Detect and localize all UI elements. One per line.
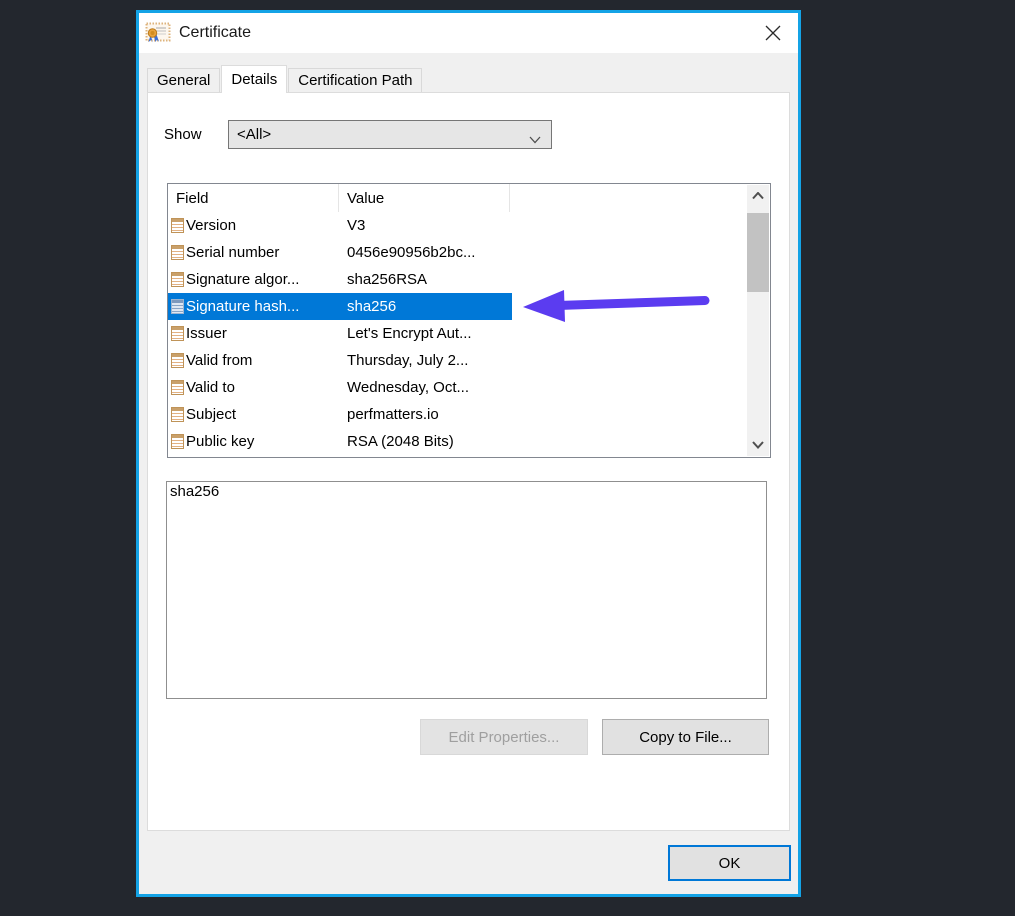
certificate-dialog: Certificate General Details Certificatio… [136, 10, 801, 897]
show-label: Show [164, 126, 228, 143]
field-value: RSA (2048 Bits) [347, 433, 454, 450]
list-item[interactable]: Public keyRSA (2048 Bits) [168, 428, 512, 455]
list-header: Field Value [168, 184, 770, 212]
list-item[interactable]: VersionV3 [168, 212, 512, 239]
field-name: Valid from [186, 352, 346, 369]
certificate-field-icon [171, 434, 184, 449]
close-icon[interactable] [760, 20, 786, 46]
tab-details[interactable]: Details [221, 65, 287, 93]
list-item[interactable]: Signature algor...sha256RSA [168, 266, 512, 293]
field-value-preview[interactable]: sha256 [166, 481, 767, 699]
show-dropdown-value: <All> [237, 126, 271, 143]
tab-certification-path[interactable]: Certification Path [288, 68, 422, 92]
tab-strip: General Details Certification Path [147, 65, 423, 92]
tab-certification-path-label: Certification Path [298, 72, 412, 89]
show-dropdown[interactable]: <All> [228, 120, 552, 149]
field-list-body: VersionV3Serial number0456e90956b2bc...S… [168, 212, 746, 455]
field-name: Issuer [186, 325, 346, 342]
certificate-field-list: Field Value VersionV3Serial number0456e9… [167, 183, 771, 458]
certificate-field-icon [171, 245, 184, 260]
certificate-field-icon [171, 272, 184, 287]
field-name: Valid to [186, 379, 346, 396]
field-name: Version [186, 217, 346, 234]
copy-to-file-button[interactable]: Copy to File... [602, 719, 769, 755]
list-item[interactable]: Signature hash...sha256 [168, 293, 512, 320]
field-name: Signature algor... [186, 271, 346, 288]
list-item[interactable]: Valid fromThursday, July 2... [168, 347, 512, 374]
scrollbar-thumb[interactable] [747, 213, 769, 292]
field-value: Wednesday, Oct... [347, 379, 469, 396]
field-value: sha256RSA [347, 271, 427, 288]
field-value: sha256 [347, 298, 396, 315]
certificate-field-icon [171, 407, 184, 422]
scroll-up-icon[interactable] [747, 185, 769, 207]
field-name: Public key [186, 433, 346, 450]
scroll-down-icon[interactable] [747, 434, 769, 456]
list-item[interactable]: IssuerLet's Encrypt Aut... [168, 320, 512, 347]
certificate-field-icon [171, 326, 184, 341]
certificate-field-icon [171, 380, 184, 395]
details-tab-page: Show <All> Field Value VersionV3Serial n… [147, 92, 790, 831]
list-item[interactable]: Serial number0456e90956b2bc... [168, 239, 512, 266]
field-value: perfmatters.io [347, 406, 439, 423]
certificate-field-icon [171, 218, 184, 233]
column-header-value[interactable]: Value [339, 184, 510, 212]
tab-details-label: Details [231, 71, 277, 88]
list-scrollbar[interactable] [747, 185, 769, 456]
certificate-field-icon [171, 299, 184, 314]
list-item[interactable]: Subjectperfmatters.io [168, 401, 512, 428]
field-name: Subject [186, 406, 346, 423]
tab-general[interactable]: General [147, 68, 220, 92]
list-item[interactable]: Valid toWednesday, Oct... [168, 374, 512, 401]
chevron-down-icon [529, 131, 541, 148]
edit-properties-button[interactable]: Edit Properties... [420, 719, 588, 755]
field-name: Signature hash... [186, 298, 346, 315]
window-title: Certificate [179, 24, 251, 42]
field-name: Serial number [186, 244, 346, 261]
field-value: V3 [347, 217, 365, 234]
ok-button[interactable]: OK [668, 845, 791, 881]
field-value: Let's Encrypt Aut... [347, 325, 472, 342]
certificate-icon [145, 22, 171, 44]
field-value: Thursday, July 2... [347, 352, 468, 369]
tab-general-label: General [157, 72, 210, 89]
scrollbar-track[interactable] [747, 207, 769, 434]
column-header-field[interactable]: Field [168, 184, 339, 212]
title-bar: Certificate [139, 13, 798, 53]
field-value: 0456e90956b2bc... [347, 244, 475, 261]
certificate-field-icon [171, 353, 184, 368]
